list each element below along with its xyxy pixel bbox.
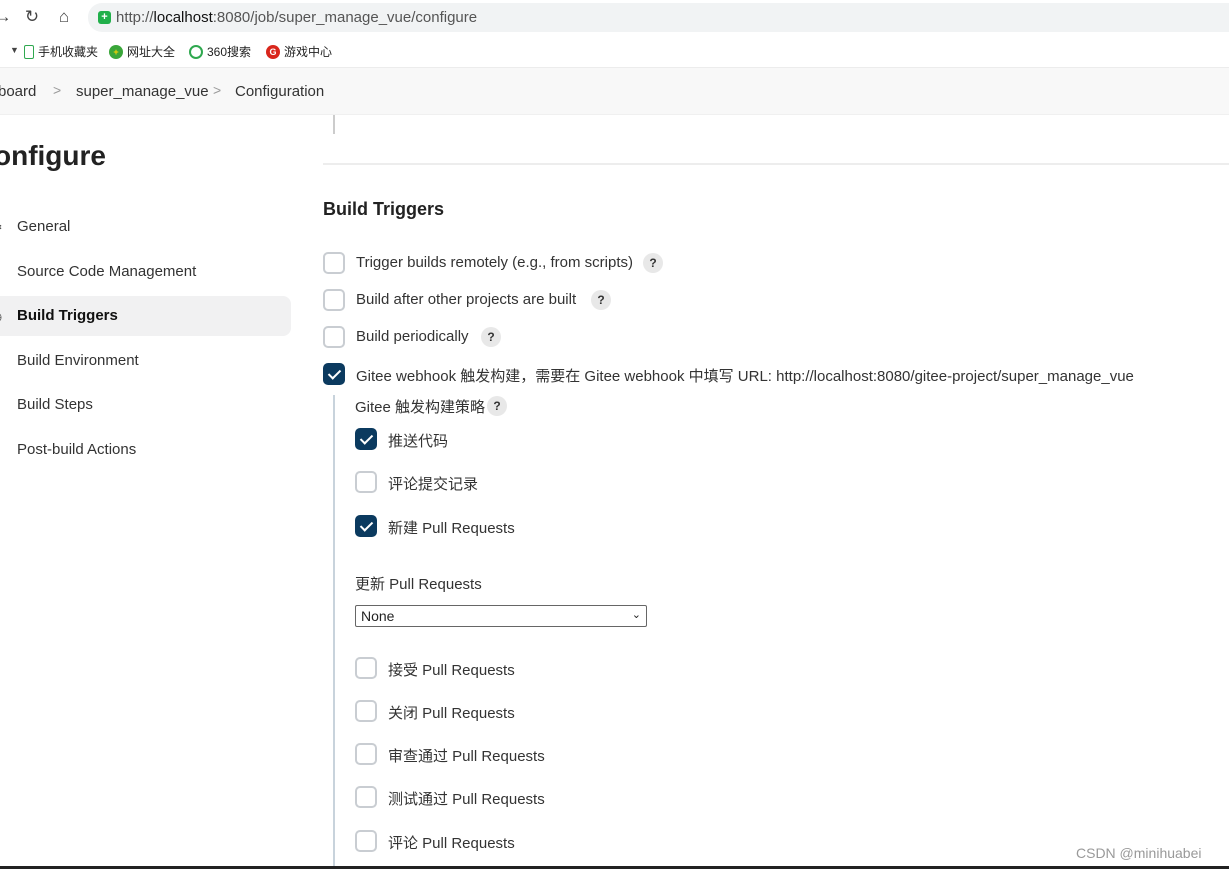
gitee-new-pr-checkbox[interactable]	[355, 515, 377, 537]
sidebar-item-post-build-actions[interactable]: ▫ Post-build Actions	[0, 430, 291, 470]
gitee-comment-pr-checkbox[interactable]	[355, 830, 377, 852]
breadcrumb: board > super_manage_vue > Configuration	[0, 68, 1229, 115]
gitee-strategy-label: Gitee 触发构建策略	[355, 399, 486, 416]
bookmark-item[interactable]: 360搜索	[189, 43, 251, 60]
gear-icon: ⚙	[0, 218, 6, 236]
trigger-periodically-checkbox[interactable]	[323, 326, 345, 348]
search-360-icon	[189, 44, 203, 59]
environment-icon	[0, 352, 6, 370]
phone-icon	[24, 44, 34, 59]
breadcrumb-configuration[interactable]: Configuration	[235, 83, 324, 100]
trigger-periodically-label[interactable]: Build periodically	[356, 328, 469, 345]
gitee-test-pr-label[interactable]: 测试通过 Pull Requests	[388, 788, 545, 809]
watermark: CSDN @minihuabei	[1076, 845, 1202, 861]
address-url[interactable]: http://localhost:8080/job/super_manage_v…	[116, 9, 477, 26]
gitee-push-code-label[interactable]: 推送代码	[388, 430, 448, 451]
bookmarks-bar: ▼ 手机收藏夹 + 网址大全 360搜索 G 游戏中心	[0, 35, 1229, 68]
gitee-close-pr-label[interactable]: 关闭 Pull Requests	[388, 702, 515, 723]
reload-icon[interactable]: ↻	[21, 6, 43, 28]
trigger-gitee-webhook-checkbox[interactable]	[323, 363, 345, 385]
gitee-update-pr-label: 更新 Pull Requests	[355, 576, 482, 593]
gitee-review-pr-label[interactable]: 审查通过 Pull Requests	[388, 745, 545, 766]
bookmark-item[interactable]: G 游戏中心	[266, 43, 332, 60]
section-divider	[323, 163, 1229, 165]
bookmarks-menu-caret-icon[interactable]: ▼	[10, 45, 19, 55]
trigger-gitee-webhook-label[interactable]: Gitee webhook 触发构建，需要在 Gitee webhook 中填写…	[356, 365, 1134, 386]
gitee-comment-pr-label[interactable]: 评论 Pull Requests	[388, 832, 515, 853]
section-connector-line	[333, 115, 335, 134]
breadcrumb-job[interactable]: super_manage_vue	[76, 83, 209, 100]
address-bar[interactable]: + http://localhost:8080/job/super_manage…	[88, 3, 1229, 32]
help-icon[interactable]: ?	[591, 290, 611, 310]
sidebar-item-build-triggers[interactable]: ◷ Build Triggers	[0, 296, 291, 336]
gitee-update-pr-select[interactable]: None ⌄	[355, 605, 647, 627]
bookmark-item[interactable]: + 网址大全	[109, 43, 175, 60]
bookmark-item[interactable]: 手机收藏夹	[24, 43, 98, 60]
chevron-right-icon: >	[53, 82, 62, 98]
cube-icon: ▫	[0, 441, 6, 459]
help-icon[interactable]: ?	[643, 253, 663, 273]
steps-icon	[0, 396, 6, 414]
sidebar-item-general[interactable]: ⚙ General	[0, 207, 291, 247]
sidebar-item-build-steps[interactable]: Build Steps	[0, 385, 291, 425]
trigger-remote-label[interactable]: Trigger builds remotely (e.g., from scri…	[356, 254, 633, 271]
gitee-test-pr-checkbox[interactable]	[355, 786, 377, 808]
page-title: onfigure	[0, 140, 106, 171]
forward-icon[interactable]: →	[0, 6, 14, 28]
sidebar-item-source-code-management[interactable]: Source Code Management	[0, 252, 291, 292]
gitee-review-pr-checkbox[interactable]	[355, 743, 377, 765]
gitee-push-code-checkbox[interactable]	[355, 428, 377, 450]
browser-toolbar: → ↻ ⌂ + http://localhost:8080/job/super_…	[0, 0, 1229, 35]
sidebar-item-build-environment[interactable]: Build Environment	[0, 341, 291, 381]
section-title-build-triggers: Build Triggers	[323, 199, 445, 219]
trigger-remote-checkbox[interactable]	[323, 252, 345, 274]
gitee-close-pr-checkbox[interactable]	[355, 700, 377, 722]
code-icon	[0, 263, 6, 281]
home-icon[interactable]: ⌂	[53, 6, 75, 28]
trigger-after-projects-checkbox[interactable]	[323, 289, 345, 311]
gitee-accept-pr-label[interactable]: 接受 Pull Requests	[388, 659, 515, 680]
select-value: None	[361, 608, 395, 624]
game-center-icon: G	[266, 44, 280, 59]
nested-options-line	[333, 395, 335, 869]
gitee-commit-comment-label[interactable]: 评论提交记录	[388, 473, 478, 494]
secure-site-icon: +	[98, 11, 111, 24]
gitee-accept-pr-checkbox[interactable]	[355, 657, 377, 679]
gitee-new-pr-label[interactable]: 新建 Pull Requests	[388, 517, 515, 538]
chevron-down-icon: ⌄	[631, 609, 641, 621]
trigger-after-projects-label[interactable]: Build after other projects are built	[356, 291, 576, 308]
help-icon[interactable]: ?	[481, 327, 501, 347]
help-icon[interactable]: ?	[487, 396, 507, 416]
clock-icon: ◷	[0, 307, 6, 325]
gitee-commit-comment-checkbox[interactable]	[355, 471, 377, 493]
chevron-right-icon: >	[213, 82, 222, 98]
url-directory-icon: +	[109, 44, 123, 59]
breadcrumb-dashboard[interactable]: board	[0, 83, 36, 100]
